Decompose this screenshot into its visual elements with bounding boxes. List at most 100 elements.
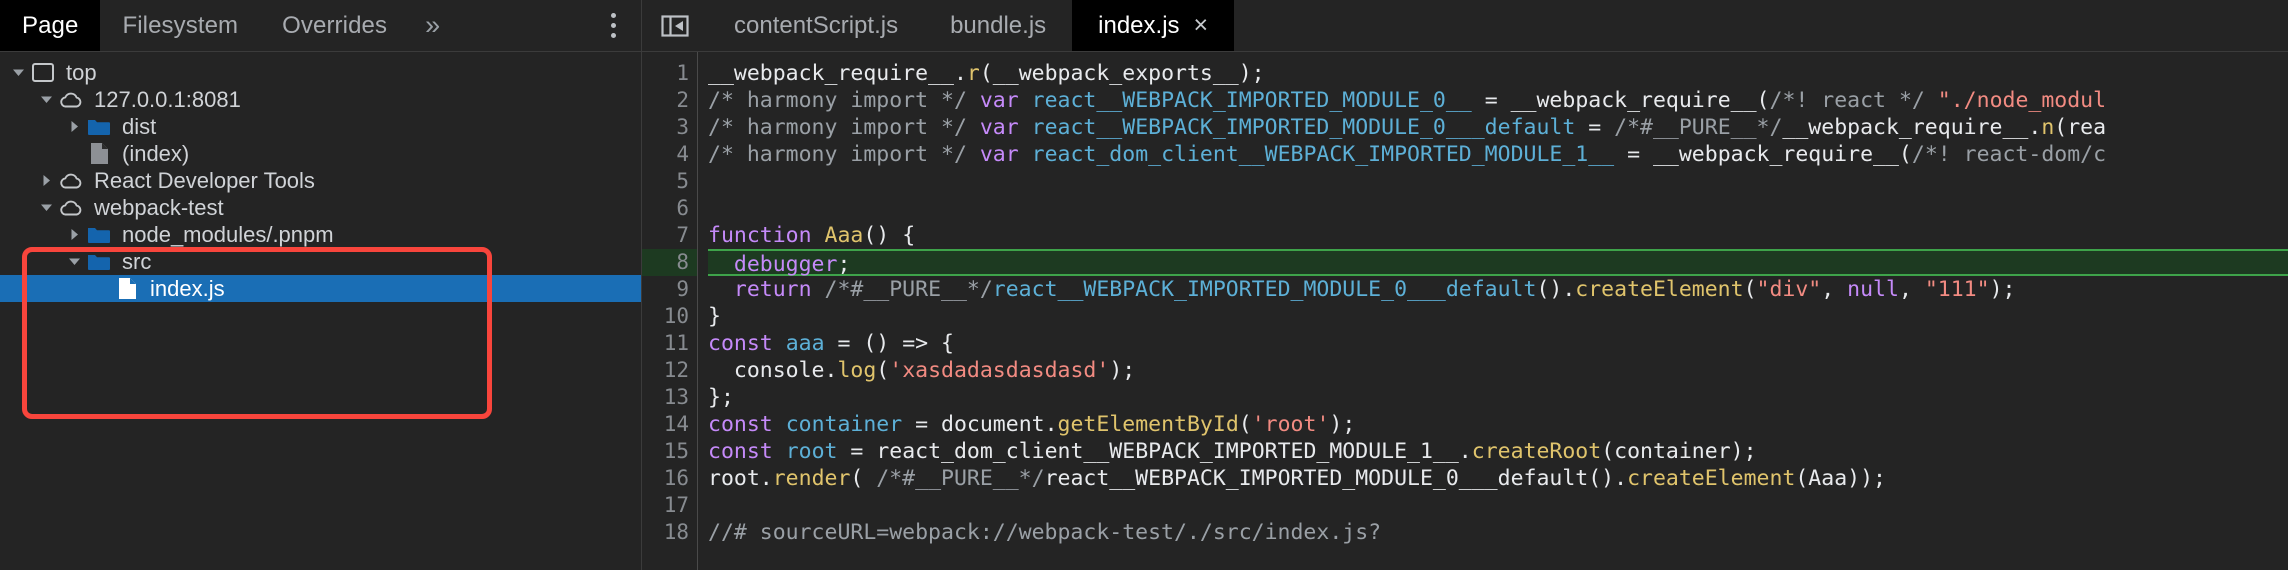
tree-item-top[interactable]: top: [0, 59, 641, 86]
code-token: =: [1614, 142, 1653, 167]
line-number[interactable]: 6: [642, 195, 697, 222]
code-content[interactable]: __webpack_require__.r(__webpack_exports_…: [698, 52, 2288, 570]
line-number[interactable]: 1: [642, 60, 697, 87]
line-number[interactable]: 11: [642, 330, 697, 357]
navigator-tab-filesystem[interactable]: Filesystem: [100, 0, 260, 51]
code-line-execution-paused[interactable]: debugger;: [708, 249, 2288, 277]
code-token: /*! react */: [1769, 88, 1925, 113]
line-number[interactable]: 4: [642, 141, 697, 168]
code-line[interactable]: root.render( /*#__PURE__*/react__WEBPACK…: [708, 465, 2288, 492]
line-number[interactable]: 16: [642, 465, 697, 492]
code-token: (rea: [2054, 115, 2107, 140]
chevron-right-icon[interactable]: [64, 221, 84, 248]
code-line[interactable]: };: [708, 384, 2288, 411]
editor-tab-index-js[interactable]: index.js ×: [1072, 0, 1235, 51]
code-token: react__WEBPACK_IMPORTED_MODULE_0__: [1031, 88, 1472, 113]
line-number[interactable]: 5: [642, 168, 697, 195]
chevron-right-icon[interactable]: [36, 167, 56, 194]
code-token: var: [979, 88, 1019, 113]
collapse-sidebar-icon[interactable]: [642, 0, 708, 51]
code-line[interactable]: }: [708, 303, 2288, 330]
code-line[interactable]: /* harmony import */ var react_dom_clien…: [708, 141, 2288, 168]
code-token: () {: [863, 223, 916, 248]
code-token: getElementById: [1057, 412, 1239, 437]
code-line[interactable]: function Aaa() {: [708, 222, 2288, 249]
code-line[interactable]: //# sourceURL=webpack://webpack-test/./s…: [708, 519, 2288, 546]
code-token: null: [1847, 277, 1899, 302]
code-token: __webpack_require__: [1652, 142, 1899, 167]
chevron-down-icon[interactable]: [64, 248, 84, 275]
tree-item-src[interactable]: src: [0, 248, 641, 275]
code-line[interactable]: const container = document.getElementByI…: [708, 411, 2288, 438]
navigator-tab-overrides[interactable]: Overrides: [260, 0, 409, 51]
line-number[interactable]: 2: [642, 87, 697, 114]
code-line[interactable]: [708, 492, 2288, 519]
code-line[interactable]: [708, 195, 2288, 222]
tree-item-react-developer-tools[interactable]: React Developer Tools: [0, 167, 641, 194]
chevron-right-icon[interactable]: [64, 113, 84, 140]
more-tabs-button[interactable]: »: [409, 0, 456, 51]
code-token: =: [837, 439, 877, 464]
navigator-tab-page[interactable]: Page: [0, 0, 101, 51]
line-number[interactable]: 12: [642, 357, 697, 384]
code-line[interactable]: /* harmony import */ var react__WEBPACK_…: [708, 114, 2288, 141]
code-line[interactable]: console.log('xasdadasdasdasd');: [708, 357, 2288, 384]
code-token: = () => {: [824, 331, 954, 356]
line-number[interactable]: 3: [642, 114, 697, 141]
code-token: =: [1575, 115, 1615, 140]
tree-item-node-modules-pnpm[interactable]: node_modules/.pnpm: [0, 221, 641, 248]
file-tree[interactable]: top 127.0.0.1:8081 dist (index) React Develo…: [0, 52, 641, 570]
tree-item-index-js[interactable]: index.js: [0, 275, 641, 302]
code-token: }: [708, 304, 721, 329]
chevron-down-icon[interactable]: [36, 194, 56, 221]
line-number[interactable]: 9: [642, 276, 697, 303]
code-token: react__WEBPACK_IMPORTED_MODULE_0___defau…: [1031, 115, 1576, 140]
navigator-more-options-icon[interactable]: [585, 0, 641, 51]
folder-icon: [84, 221, 114, 248]
code-token: container: [785, 412, 903, 437]
code-token: /* harmony import */: [708, 115, 967, 140]
code-line[interactable]: return /*#__PURE__*/react__WEBPACK_IMPOR…: [708, 276, 2288, 303]
editor-tab-bundle-js[interactable]: bundle.js: [924, 0, 1072, 51]
code-line[interactable]: [708, 168, 2288, 195]
line-number[interactable]: 13: [642, 384, 697, 411]
tree-item-webpack-test[interactable]: webpack-test: [0, 194, 641, 221]
line-number[interactable]: 15: [642, 438, 697, 465]
code-token: react__WEBPACK_IMPORTED_MODULE_0___defau…: [1044, 466, 1589, 491]
editor-pane: contentScript.js bundle.js index.js × 12345…: [642, 0, 2288, 570]
editor-tab-label: bundle.js: [950, 11, 1047, 39]
line-number[interactable]: 17: [642, 492, 697, 519]
code-token: .: [1458, 439, 1472, 464]
line-number[interactable]: 7: [642, 222, 697, 249]
code-token: __webpack_require__: [1510, 88, 1757, 113]
tree-item-index[interactable]: (index): [0, 140, 641, 167]
line-number[interactable]: 10: [642, 303, 697, 330]
code-line[interactable]: const aaa = () => {: [708, 330, 2288, 357]
editor-tab-contentscript-js[interactable]: contentScript.js: [708, 0, 924, 51]
code-line[interactable]: /* harmony import */ var react__WEBPACK_…: [708, 87, 2288, 114]
navigator-tabbar: Page Filesystem Overrides »: [0, 0, 641, 52]
tree-item-dist[interactable]: dist: [0, 113, 641, 140]
code-token: Aaa: [824, 223, 864, 248]
code-token: (): [1588, 466, 1615, 491]
code-token: log: [837, 358, 877, 383]
code-token: .: [2028, 115, 2042, 140]
tree-item-127-0-0-1-8081[interactable]: 127.0.0.1:8081: [0, 86, 641, 113]
chevron-down-icon[interactable]: [8, 59, 28, 86]
close-icon[interactable]: ×: [1194, 13, 1209, 38]
chevron-down-icon[interactable]: [36, 86, 56, 113]
code-line[interactable]: __webpack_require__.r(__webpack_exports_…: [708, 60, 2288, 87]
folder-icon: [84, 113, 114, 140]
code-token: root: [708, 466, 760, 491]
code-token: "111": [1924, 277, 1990, 302]
code-line[interactable]: const root = react_dom_client__WEBPACK_I…: [708, 438, 2288, 465]
code-token: (: [876, 358, 890, 383]
line-number[interactable]: 14: [642, 411, 697, 438]
line-number[interactable]: 18: [642, 519, 697, 546]
code-viewer[interactable]: 1 2 3 4 5 6 7 8 9 10 11 12 13 14 15 16 17 18 __webpack_re…: [642, 52, 2288, 570]
line-number[interactable]: 8: [642, 249, 697, 276]
